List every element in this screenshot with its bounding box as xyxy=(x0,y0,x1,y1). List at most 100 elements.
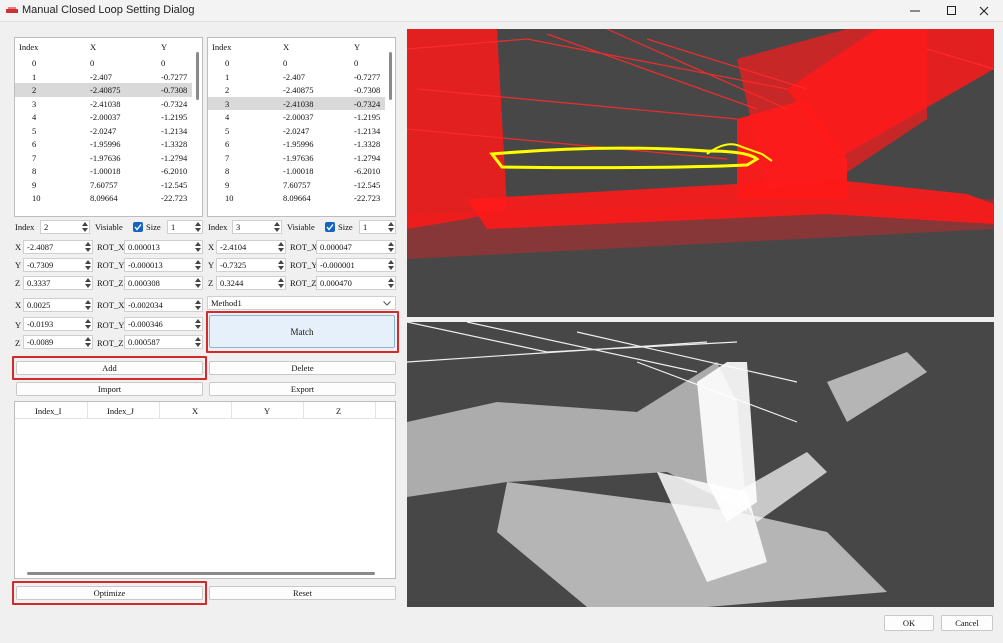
offset-y-spinbox[interactable]: -0.0193 xyxy=(23,317,93,331)
cell-index: 7 xyxy=(32,152,37,163)
offset-x-spinbox[interactable]: 0.0025 xyxy=(23,298,93,312)
table-row[interactable]: 9 7.60757 -12.545 xyxy=(15,178,192,192)
table-row[interactable]: 4 -2.00037 -1.2195 xyxy=(15,110,192,124)
right-y-spinbox[interactable]: -0.7325 xyxy=(216,258,286,272)
table-header: Index X Y xyxy=(15,38,202,54)
minimize-icon xyxy=(910,10,920,12)
cell-x: -2.0247 xyxy=(283,125,310,136)
left-y-spinbox[interactable]: -0.7309 xyxy=(23,258,93,272)
close-button[interactable] xyxy=(966,0,1002,22)
index-label: Index xyxy=(208,222,228,232)
right-rot-x-spinbox[interactable]: 0.000047 xyxy=(316,240,396,254)
check-icon xyxy=(134,224,142,231)
x-label: X xyxy=(15,242,22,252)
right-x-spinbox[interactable]: -2.4104 xyxy=(216,240,286,254)
loop-pairs-table[interactable]: Index_I Index_J X Y Z xyxy=(14,401,396,579)
cell-y: -12.545 xyxy=(161,179,188,190)
method-selected-value: Method1 xyxy=(211,298,242,308)
rot-y-label: ROT_Y xyxy=(290,260,318,270)
left-rot-z-spinbox[interactable]: 0.000308 xyxy=(124,276,203,290)
offset-rot-y-spinbox[interactable]: -0.000346 xyxy=(124,317,203,331)
table-row[interactable]: 1 -2.407 -0.7277 xyxy=(208,70,385,84)
size-label: Size xyxy=(338,222,353,232)
right-z-spinbox[interactable]: 0.3244 xyxy=(216,276,286,290)
table-row[interactable]: 1 -2.407 -0.7277 xyxy=(15,70,192,84)
right-rot-z-spinbox[interactable]: 0.000470 xyxy=(316,276,396,290)
table-row[interactable]: 6 -1.95996 -1.3328 xyxy=(15,137,192,151)
cell-y: 0 xyxy=(161,58,166,68)
source-point-cloud-view[interactable] xyxy=(407,29,994,317)
left-x-spinbox[interactable]: -2.4087 xyxy=(23,240,93,254)
cell-y: -6.2010 xyxy=(161,166,188,176)
maximize-button[interactable] xyxy=(934,0,970,22)
import-button[interactable]: Import xyxy=(16,382,203,396)
reset-button[interactable]: Reset xyxy=(209,586,396,600)
z-label: Z xyxy=(15,278,21,288)
point-table-right[interactable]: Index X Y 0 0 0 1 -2.407 -0.7277 2 -2.40875 -0.7… xyxy=(207,37,396,217)
right-size-spinbox[interactable]: 1 xyxy=(359,220,396,234)
table-row[interactable]: 10 8.09664 -22.723 xyxy=(15,191,192,205)
target-point-cloud-view[interactable] xyxy=(407,322,994,607)
check-icon xyxy=(326,224,334,231)
table-row[interactable]: 0 0 0 xyxy=(15,56,192,70)
right-rot-y-spinbox[interactable]: -0.000001 xyxy=(316,258,396,272)
method-select[interactable]: Method1 xyxy=(207,296,396,310)
cell-y: -1.2195 xyxy=(161,112,188,122)
cell-index: 9 xyxy=(225,179,230,190)
cell-index: 10 xyxy=(225,193,234,203)
left-visiable-checkbox[interactable] xyxy=(133,222,143,232)
table-row[interactable]: 3 -2.41038 -0.7324 xyxy=(15,97,192,111)
cell-x: 8.09664 xyxy=(283,193,311,203)
optimize-button[interactable]: Optimize xyxy=(16,586,203,600)
white-point-cloud xyxy=(407,322,994,607)
x-label: X xyxy=(15,300,22,310)
offset-rot-x-spinbox[interactable]: -0.002034 xyxy=(124,298,203,312)
offset-z-spinbox[interactable]: -0.0089 xyxy=(23,335,93,349)
cell-x: -2.40875 xyxy=(90,85,121,95)
cell-index: 4 xyxy=(32,112,37,122)
left-size-spinbox[interactable]: 1 xyxy=(167,220,203,234)
minimize-button[interactable] xyxy=(897,0,933,22)
cell-index: 5 xyxy=(32,125,37,136)
rot-z-label: ROT_Z xyxy=(97,278,124,288)
table-row[interactable]: 4 -2.00037 -1.2195 xyxy=(208,110,385,124)
left-rot-y-spinbox[interactable]: -0.000013 xyxy=(124,258,203,272)
left-rot-x-spinbox[interactable]: 0.000013 xyxy=(124,240,203,254)
table-row[interactable]: 7 -1.97636 -1.2794 xyxy=(15,151,192,165)
cell-index: 10 xyxy=(32,193,41,203)
table-row[interactable]: 6 -1.95996 -1.3328 xyxy=(208,137,385,151)
left-z-spinbox[interactable]: 0.3337 xyxy=(23,276,93,290)
table-row[interactable]: 8 -1.00018 -6.2010 xyxy=(15,164,192,178)
vertical-scrollbar[interactable] xyxy=(389,52,393,142)
table-row[interactable]: 2 -2.40875 -0.7308 xyxy=(208,83,385,97)
table-row[interactable]: 10 8.09664 -22.723 xyxy=(208,191,385,205)
table-row[interactable]: 2 -2.40875 -0.7308 xyxy=(15,83,192,97)
cancel-button[interactable]: Cancel xyxy=(941,615,993,631)
cell-index: 6 xyxy=(225,139,230,149)
vertical-scrollbar[interactable] xyxy=(196,52,200,142)
table-header: Index X Y xyxy=(208,38,395,54)
cell-x: 0 xyxy=(90,58,95,68)
red-point-cloud xyxy=(407,29,994,317)
export-button[interactable]: Export xyxy=(209,382,396,396)
table-row[interactable]: 3 -2.41038 -0.7324 xyxy=(208,96,385,110)
match-button[interactable]: Match xyxy=(209,315,395,348)
table-row[interactable]: 9 7.60757 -12.545 xyxy=(208,178,385,192)
table-row[interactable]: 5 -2.0247 -1.2134 xyxy=(208,124,385,138)
point-table-left[interactable]: Index X Y 0 0 0 1 -2.407 -0.7277 2 -2.40875 -0.7… xyxy=(14,37,203,217)
right-visiable-checkbox[interactable] xyxy=(325,222,335,232)
table-row[interactable]: 5 -2.0247 -1.2134 xyxy=(15,124,192,138)
delete-button[interactable]: Delete xyxy=(209,361,396,375)
cell-y: -22.723 xyxy=(161,193,188,203)
horizontal-scrollbar[interactable] xyxy=(27,572,375,575)
left-index-spinbox[interactable]: 2 xyxy=(40,220,90,234)
table-row[interactable]: 0 0 0 xyxy=(208,56,385,70)
cell-y: -1.3328 xyxy=(354,139,381,149)
table-row[interactable]: 8 -1.00018 -6.2010 xyxy=(208,164,385,178)
table-row[interactable]: 7 -1.97636 -1.2794 xyxy=(208,151,385,165)
add-button[interactable]: Add xyxy=(16,361,203,375)
ok-button[interactable]: OK xyxy=(884,615,934,631)
offset-rot-z-spinbox[interactable]: 0.000587 xyxy=(124,335,203,349)
right-index-spinbox[interactable]: 3 xyxy=(232,220,282,234)
y-label: Y xyxy=(15,260,22,270)
